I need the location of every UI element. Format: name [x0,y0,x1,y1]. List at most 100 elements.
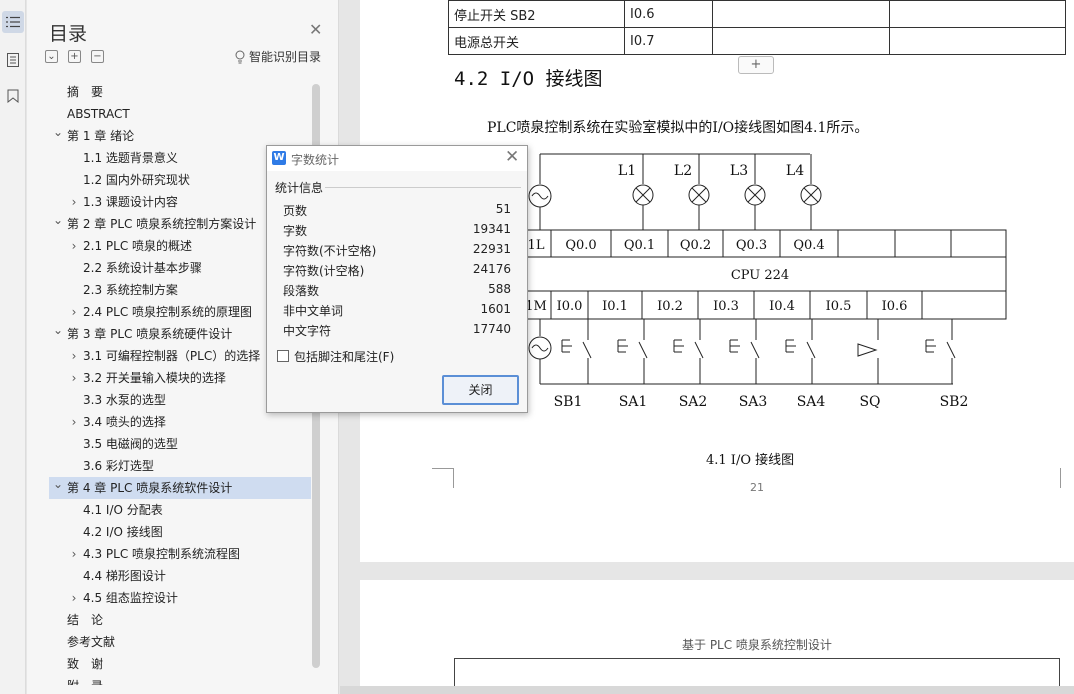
include-footnotes-label[interactable]: 包括脚注和尾注(F) [294,348,394,365]
table-cell[interactable] [712,0,890,28]
toc-item-label: 3.5 电磁阀的选型 [83,437,178,451]
close-icon[interactable]: ✕ [309,22,322,38]
output-terminal-label: Q0.3 [736,238,767,253]
collapse-icon[interactable]: − [91,50,104,63]
toc-item[interactable]: ⌄ 第 1 章 绪论 [49,125,311,147]
table-cell[interactable] [889,27,1066,55]
chevron-down-icon[interactable]: ⌄ [52,473,64,495]
input-terminal-label: I0.5 [826,299,852,314]
stat-value: 22931 [472,242,511,256]
close-icon[interactable]: ✕ [505,148,519,166]
io-table: 停止开关 SB2 I0.6 电源总开关 I0.7 [448,0,1066,55]
bookmark-icon[interactable] [2,85,24,107]
toc-item-label: 第 3 章 PLC 喷泉系统硬件设计 [67,327,233,341]
chevron-right-icon[interactable]: › [68,301,80,323]
chevron-right-icon[interactable]: › [68,191,80,213]
toc-item-label: 第 1 章 绪论 [67,129,135,143]
table-cell[interactable]: I0.7 [624,27,713,55]
switch-icon [561,339,572,353]
stat-row: 字符数(计空格) 24176 [283,262,511,282]
toc-item[interactable]: 摘 要 [49,81,311,103]
page-corner-mark [1060,468,1074,488]
smart-toc-button[interactable]: 智能识别目录 [235,48,321,65]
stat-value: 51 [495,202,511,216]
toc-item[interactable]: 3.6 彩灯选型 [49,455,311,477]
include-footnotes-checkbox[interactable] [277,350,289,362]
table-cell[interactable]: I0.6 [624,0,713,28]
toc-item[interactable]: 参考文献 [49,631,311,653]
page-number: 21 [750,481,764,494]
table-cell[interactable]: 停止开关 SB2 [448,0,625,28]
horizontal-scrollbar[interactable] [340,686,1074,694]
toc-item-label: 第 2 章 PLC 喷泉系统控制方案设计 [67,217,257,231]
switch-icon [925,339,936,353]
switch-label: SA4 [797,394,826,410]
chevron-down-icon[interactable]: ⌄ [52,121,64,143]
toc-item[interactable]: › 4.5 组态监控设计 [49,587,311,609]
chevron-right-icon[interactable]: › [68,367,80,389]
lightbulb-icon [235,50,245,63]
toc-item[interactable]: 3.5 电磁阀的选型 [49,433,311,455]
toc-item-label: 4.3 PLC 喷泉控制系统流程图 [83,547,241,561]
lamp-label: L1 [618,163,636,179]
stat-value: 24176 [472,262,511,276]
toc-item[interactable]: 结 论 [49,609,311,631]
table-cell[interactable]: 电源总开关 [448,27,625,55]
toc-item-label: ABSTRACT [67,107,130,121]
table-row: 电源总开关 I0.7 [448,27,1066,55]
expand-level-icon[interactable]: + [68,50,81,63]
stat-label: 非中文单词 [283,304,344,318]
page-corner-mark [432,468,454,488]
toc-item-label: 参考文献 [67,635,116,649]
stat-value: 17740 [472,322,511,336]
ac-wave [531,192,549,200]
toc-item[interactable]: 致 谢 [49,653,311,675]
toc-icon[interactable] [2,11,24,33]
stats-section-label: 统计信息 [275,181,324,195]
limit-switch-icon [857,343,878,357]
toc-item[interactable]: ABSTRACT [49,103,311,125]
lamp-label: L2 [674,163,692,179]
chevron-right-icon[interactable]: › [68,543,80,565]
toc-item[interactable]: 4.4 梯形图设计 [49,565,311,587]
toc-item-label: 3.3 水泵的选型 [83,393,166,407]
toc-item[interactable]: ⌄ 第 4 章 PLC 喷泉系统软件设计 [49,477,311,499]
table-cell[interactable] [712,27,890,55]
side-icon-strip [0,0,26,694]
stat-value: 1601 [480,302,511,316]
toc-item[interactable]: 4.1 I/O 分配表 [49,499,311,521]
table-cell[interactable] [889,0,1066,28]
toc-item[interactable]: › 4.3 PLC 喷泉控制系统流程图 [49,543,311,565]
toc-title: 目录 [49,23,88,45]
toc-item[interactable]: › 3.4 喷头的选择 [49,411,311,433]
switch-label: SQ [859,394,880,410]
add-row-button[interactable]: + [738,56,774,74]
chevron-right-icon[interactable]: › [68,345,80,367]
output-terminal-label: Q0.1 [624,238,655,253]
toc-item-label: 致 谢 [67,657,104,671]
switch-blade [946,341,956,359]
lamp-label: L4 [786,163,804,179]
chevron-right-icon[interactable]: › [68,587,80,609]
toc-item-label: 4.4 梯形图设计 [83,569,166,583]
dialog-titlebar[interactable]: W 字数统计 ✕ [267,146,527,171]
chevron-right-icon[interactable]: › [68,411,80,433]
page-corner-mark [453,468,473,488]
input-terminal-label: I0.4 [769,299,795,314]
stat-label: 段落数 [283,284,320,298]
toc-item[interactable]: 4.2 I/O 接线图 [49,521,311,543]
page-thumbnail-icon[interactable] [2,49,24,71]
toc-item-label: 1.3 课题设计内容 [83,195,178,209]
switch-label: SA3 [739,394,768,410]
switch-label: SB1 [554,394,583,410]
stat-row: 字符数(不计空格) 22931 [283,242,511,262]
output-terminal-label: Q0.0 [565,238,596,253]
close-button[interactable]: 关闭 [442,375,519,405]
chevron-down-icon[interactable]: ⌄ [52,319,64,341]
switch-icon [617,339,628,353]
chevron-down-icon[interactable]: ⌄ [52,209,64,231]
toc-item[interactable]: 附 录 [49,675,311,685]
chevron-right-icon[interactable]: › [68,235,80,257]
expand-all-icon[interactable]: ⌄ [45,50,58,63]
input-terminal-row [520,290,1007,320]
